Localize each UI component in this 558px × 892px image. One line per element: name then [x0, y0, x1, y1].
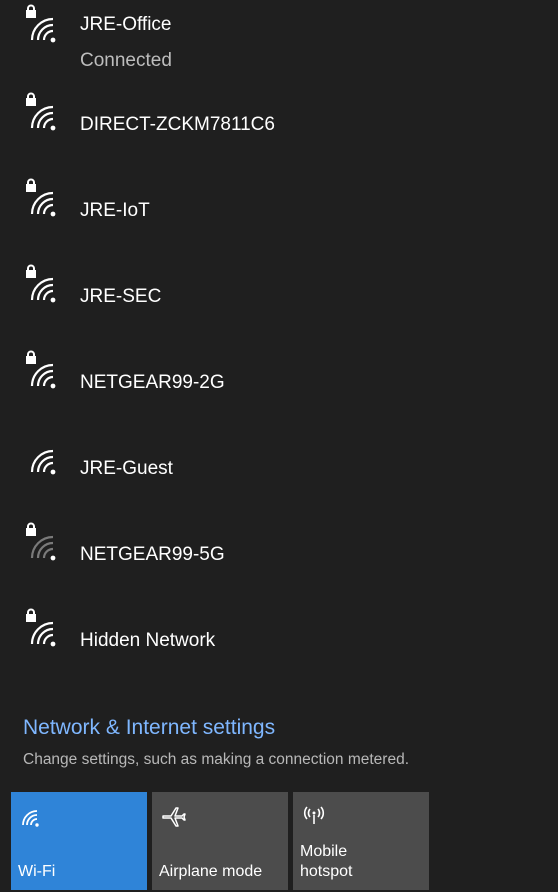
network-name: NETGEAR99-5G [80, 544, 225, 565]
mobile-hotspot-icon [301, 805, 327, 829]
wifi-quick-action-label: Wi-Fi [18, 863, 56, 880]
airplane-mode-quick-action-button[interactable]: Airplane mode [152, 792, 288, 890]
network-item-jre-iot[interactable]: JRE-IoT [0, 178, 558, 256]
network-item-jre-office[interactable]: JRE-Office Connected [0, 4, 558, 82]
secured-wifi-signal-icon [22, 92, 68, 136]
network-internet-settings-link[interactable]: Network & Internet settings [23, 715, 275, 741]
network-name: NETGEAR99-2G [80, 372, 225, 393]
network-name: JRE-IoT [80, 200, 150, 221]
mobile-hotspot-quick-action-button[interactable]: Mobile hotspot [293, 792, 429, 890]
mobile-hotspot-quick-action-label: Mobile hotspot [300, 843, 353, 880]
secured-wifi-signal-icon [22, 4, 68, 48]
airplane-icon [160, 805, 186, 829]
network-name: Hidden Network [80, 630, 216, 651]
wifi-quick-action-button[interactable]: Wi-Fi [11, 792, 147, 890]
network-flyout: JRE-Office Connected DIRECT-ZCKM7811C6 J… [0, 0, 558, 892]
network-item-hidden-network[interactable]: Hidden Network [0, 608, 558, 686]
secured-weak-wifi-signal-icon [22, 522, 68, 566]
wifi-network-list: JRE-Office Connected DIRECT-ZCKM7811C6 J… [0, 0, 558, 700]
network-item-direct-zckm7811c6[interactable]: DIRECT-ZCKM7811C6 [0, 92, 558, 170]
secured-wifi-signal-icon [22, 608, 68, 652]
airplane-mode-quick-action-label: Airplane mode [159, 863, 263, 880]
network-item-jre-guest[interactable]: JRE-Guest [0, 438, 558, 514]
wifi-icon [19, 805, 45, 829]
secured-wifi-signal-icon [22, 350, 68, 394]
network-status: Connected [80, 50, 172, 71]
open-wifi-signal-icon [22, 438, 68, 480]
network-name: JRE-Office [80, 14, 172, 35]
network-name: JRE-SEC [80, 286, 162, 307]
network-item-jre-sec[interactable]: JRE-SEC [0, 264, 558, 342]
network-settings-description: Change settings, such as making a connec… [23, 751, 410, 768]
network-item-netgear99-5g[interactable]: NETGEAR99-5G [0, 522, 558, 600]
network-name: DIRECT-ZCKM7811C6 [80, 114, 275, 135]
network-item-netgear99-2g[interactable]: NETGEAR99-2G [0, 350, 558, 428]
secured-wifi-signal-icon [22, 178, 68, 222]
network-name: JRE-Guest [80, 458, 173, 479]
secured-wifi-signal-icon [22, 264, 68, 308]
